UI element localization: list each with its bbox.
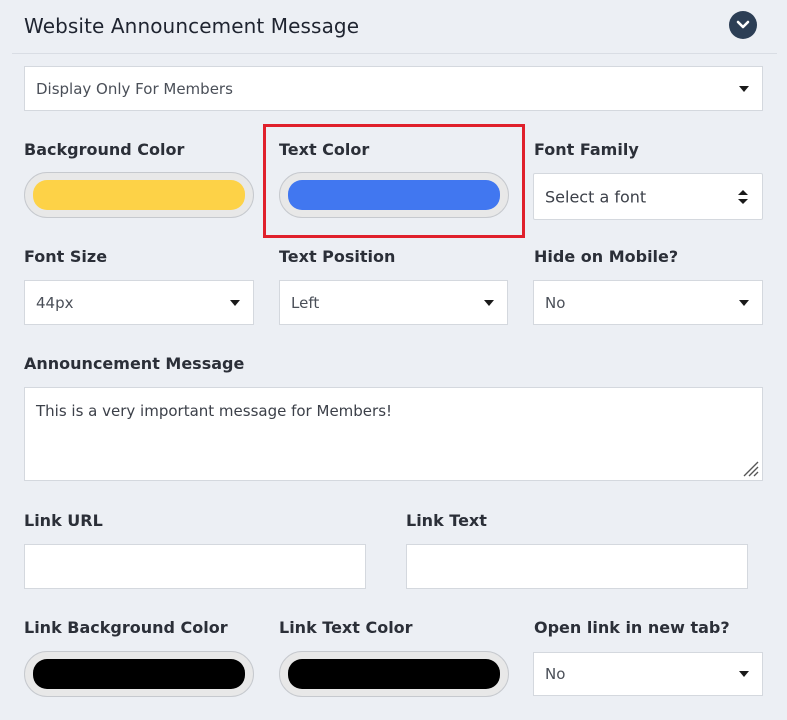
link-text-color-picker[interactable]	[279, 651, 509, 697]
caret-down-icon	[739, 85, 749, 92]
resize-grip-icon[interactable]	[742, 460, 760, 478]
open-new-tab-value: No	[545, 665, 566, 683]
hide-on-mobile-value: No	[545, 293, 566, 312]
text-position-value: Left	[291, 293, 320, 312]
font-size-label: Font Size	[24, 247, 108, 266]
text-position-label: Text Position	[279, 247, 396, 266]
link-url-input[interactable]	[24, 544, 366, 589]
link-background-color-picker[interactable]	[24, 651, 254, 697]
text-color-label: Text Color	[279, 140, 370, 159]
text-position-select[interactable]: Left	[279, 280, 508, 325]
background-color-swatch	[33, 180, 245, 210]
link-text-label: Link Text	[406, 511, 487, 530]
font-family-label: Font Family	[534, 140, 639, 159]
background-color-label: Background Color	[24, 140, 185, 159]
collapse-button[interactable]	[729, 11, 757, 39]
caret-down-icon	[739, 299, 749, 306]
announcement-message-textarea[interactable]: This is a very important message for Mem…	[24, 387, 763, 481]
background-color-picker[interactable]	[24, 172, 254, 218]
text-color-picker[interactable]	[279, 172, 509, 218]
announcement-message-label: Announcement Message	[24, 354, 245, 373]
caret-down-icon	[484, 299, 494, 306]
display-visibility-select[interactable]: Display Only For Members	[24, 66, 763, 111]
section-header: Website Announcement Message	[12, 0, 777, 54]
link-text-input[interactable]	[406, 544, 748, 589]
announcement-message-value: This is a very important message for Mem…	[36, 402, 393, 420]
sort-arrows-icon	[738, 189, 748, 204]
link-url-label: Link URL	[24, 511, 103, 530]
open-new-tab-label: Open link in new tab?	[534, 618, 730, 637]
section-title: Website Announcement Message	[24, 14, 360, 38]
link-background-color-swatch	[33, 659, 245, 689]
open-new-tab-select[interactable]: No	[533, 652, 763, 696]
hide-on-mobile-select[interactable]: No	[533, 280, 763, 325]
hide-on-mobile-label: Hide on Mobile?	[534, 247, 679, 266]
chevron-down-icon	[736, 20, 750, 29]
font-size-value: 44px	[36, 293, 74, 312]
display-visibility-value: Display Only For Members	[36, 79, 233, 98]
font-family-select[interactable]: Select a font	[533, 173, 763, 220]
link-text-color-swatch	[288, 659, 500, 689]
font-size-select[interactable]: 44px	[24, 280, 254, 325]
text-color-swatch	[288, 180, 500, 210]
link-text-color-label: Link Text Color	[279, 618, 413, 637]
caret-down-icon	[739, 671, 749, 677]
link-background-color-label: Link Background Color	[24, 618, 228, 637]
font-family-value: Select a font	[545, 187, 647, 206]
caret-down-icon	[230, 299, 240, 306]
